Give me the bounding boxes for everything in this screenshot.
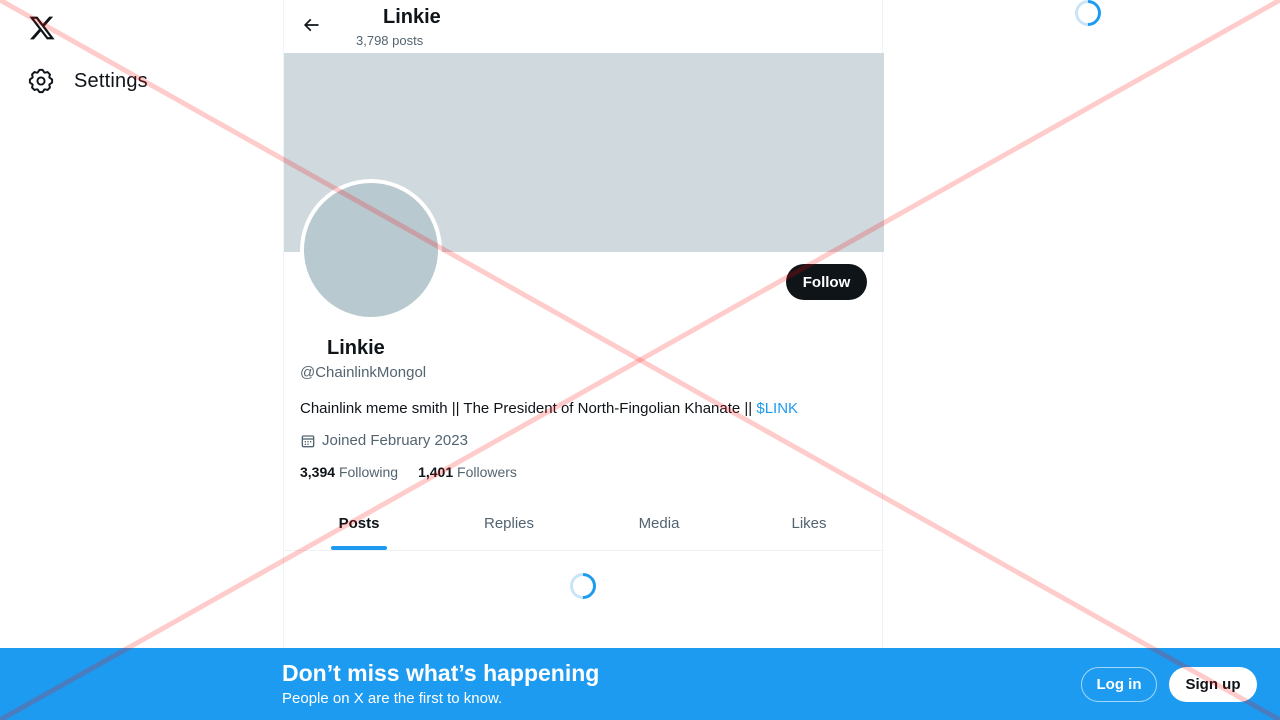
profile-tabs: Posts Replies Media Likes xyxy=(284,497,884,551)
user-handle: @ChainlinkMongol xyxy=(300,364,427,381)
back-button[interactable] xyxy=(298,14,324,40)
following-count: 3,394 xyxy=(300,464,336,480)
arrow-left-icon xyxy=(301,15,321,40)
header-title: Linkie xyxy=(383,6,441,28)
tab-likes[interactable]: Likes xyxy=(734,497,884,550)
display-name: Linkie xyxy=(327,337,385,359)
x-logo-icon[interactable] xyxy=(28,14,56,42)
follow-button[interactable]: Follow xyxy=(786,264,867,300)
followers-count: 1,401 xyxy=(418,464,454,480)
following-label: Following xyxy=(338,464,399,480)
login-button[interactable]: Log in xyxy=(1081,667,1157,702)
nav-settings-label: Settings xyxy=(74,69,148,92)
joined-text: Joined February 2023 xyxy=(322,432,468,449)
profile-column: Linkie 3,798 posts Follow Linkie @Chainl… xyxy=(283,0,884,648)
avatar[interactable] xyxy=(300,179,442,321)
left-nav: Settings xyxy=(0,0,283,648)
nav-settings-link[interactable]: Settings xyxy=(28,68,148,94)
header-post-count: 3,798 posts xyxy=(356,33,424,48)
signup-prompt-title: Don’t miss what’s happening xyxy=(282,660,600,686)
tab-replies[interactable]: Replies xyxy=(434,497,584,550)
signup-button[interactable]: Sign up xyxy=(1169,667,1257,702)
following-link[interactable]: 3,394 Following xyxy=(300,464,398,480)
tab-media-label: Media xyxy=(638,515,680,532)
tab-likes-label: Likes xyxy=(791,515,827,532)
sidebar-loading-spinner-icon xyxy=(1069,0,1107,32)
joined-date: Joined February 2023 xyxy=(300,432,468,449)
feed-loading-spinner-icon xyxy=(564,567,602,605)
avatar-image xyxy=(304,183,438,317)
signup-prompt-subtitle: People on X are the first to know. xyxy=(282,690,503,707)
active-tab-indicator xyxy=(331,546,387,550)
tab-posts-label: Posts xyxy=(338,515,380,532)
follow-stats: 3,394 Following 1,401 Followers xyxy=(300,464,537,480)
profile-bio: Chainlink meme smith || The President of… xyxy=(300,400,798,417)
bio-cashtag-link[interactable]: $LINK xyxy=(756,400,798,417)
profile-header: Linkie 3,798 posts xyxy=(284,0,884,53)
tab-posts[interactable]: Posts xyxy=(284,497,434,550)
followers-label: Followers xyxy=(457,464,517,480)
tab-media[interactable]: Media xyxy=(584,497,734,550)
bio-text: Chainlink meme smith || The President of… xyxy=(300,400,757,417)
gear-icon xyxy=(28,68,54,94)
calendar-icon xyxy=(300,433,316,449)
followers-link[interactable]: 1,401 Followers xyxy=(418,464,517,480)
tab-replies-label: Replies xyxy=(483,515,535,532)
